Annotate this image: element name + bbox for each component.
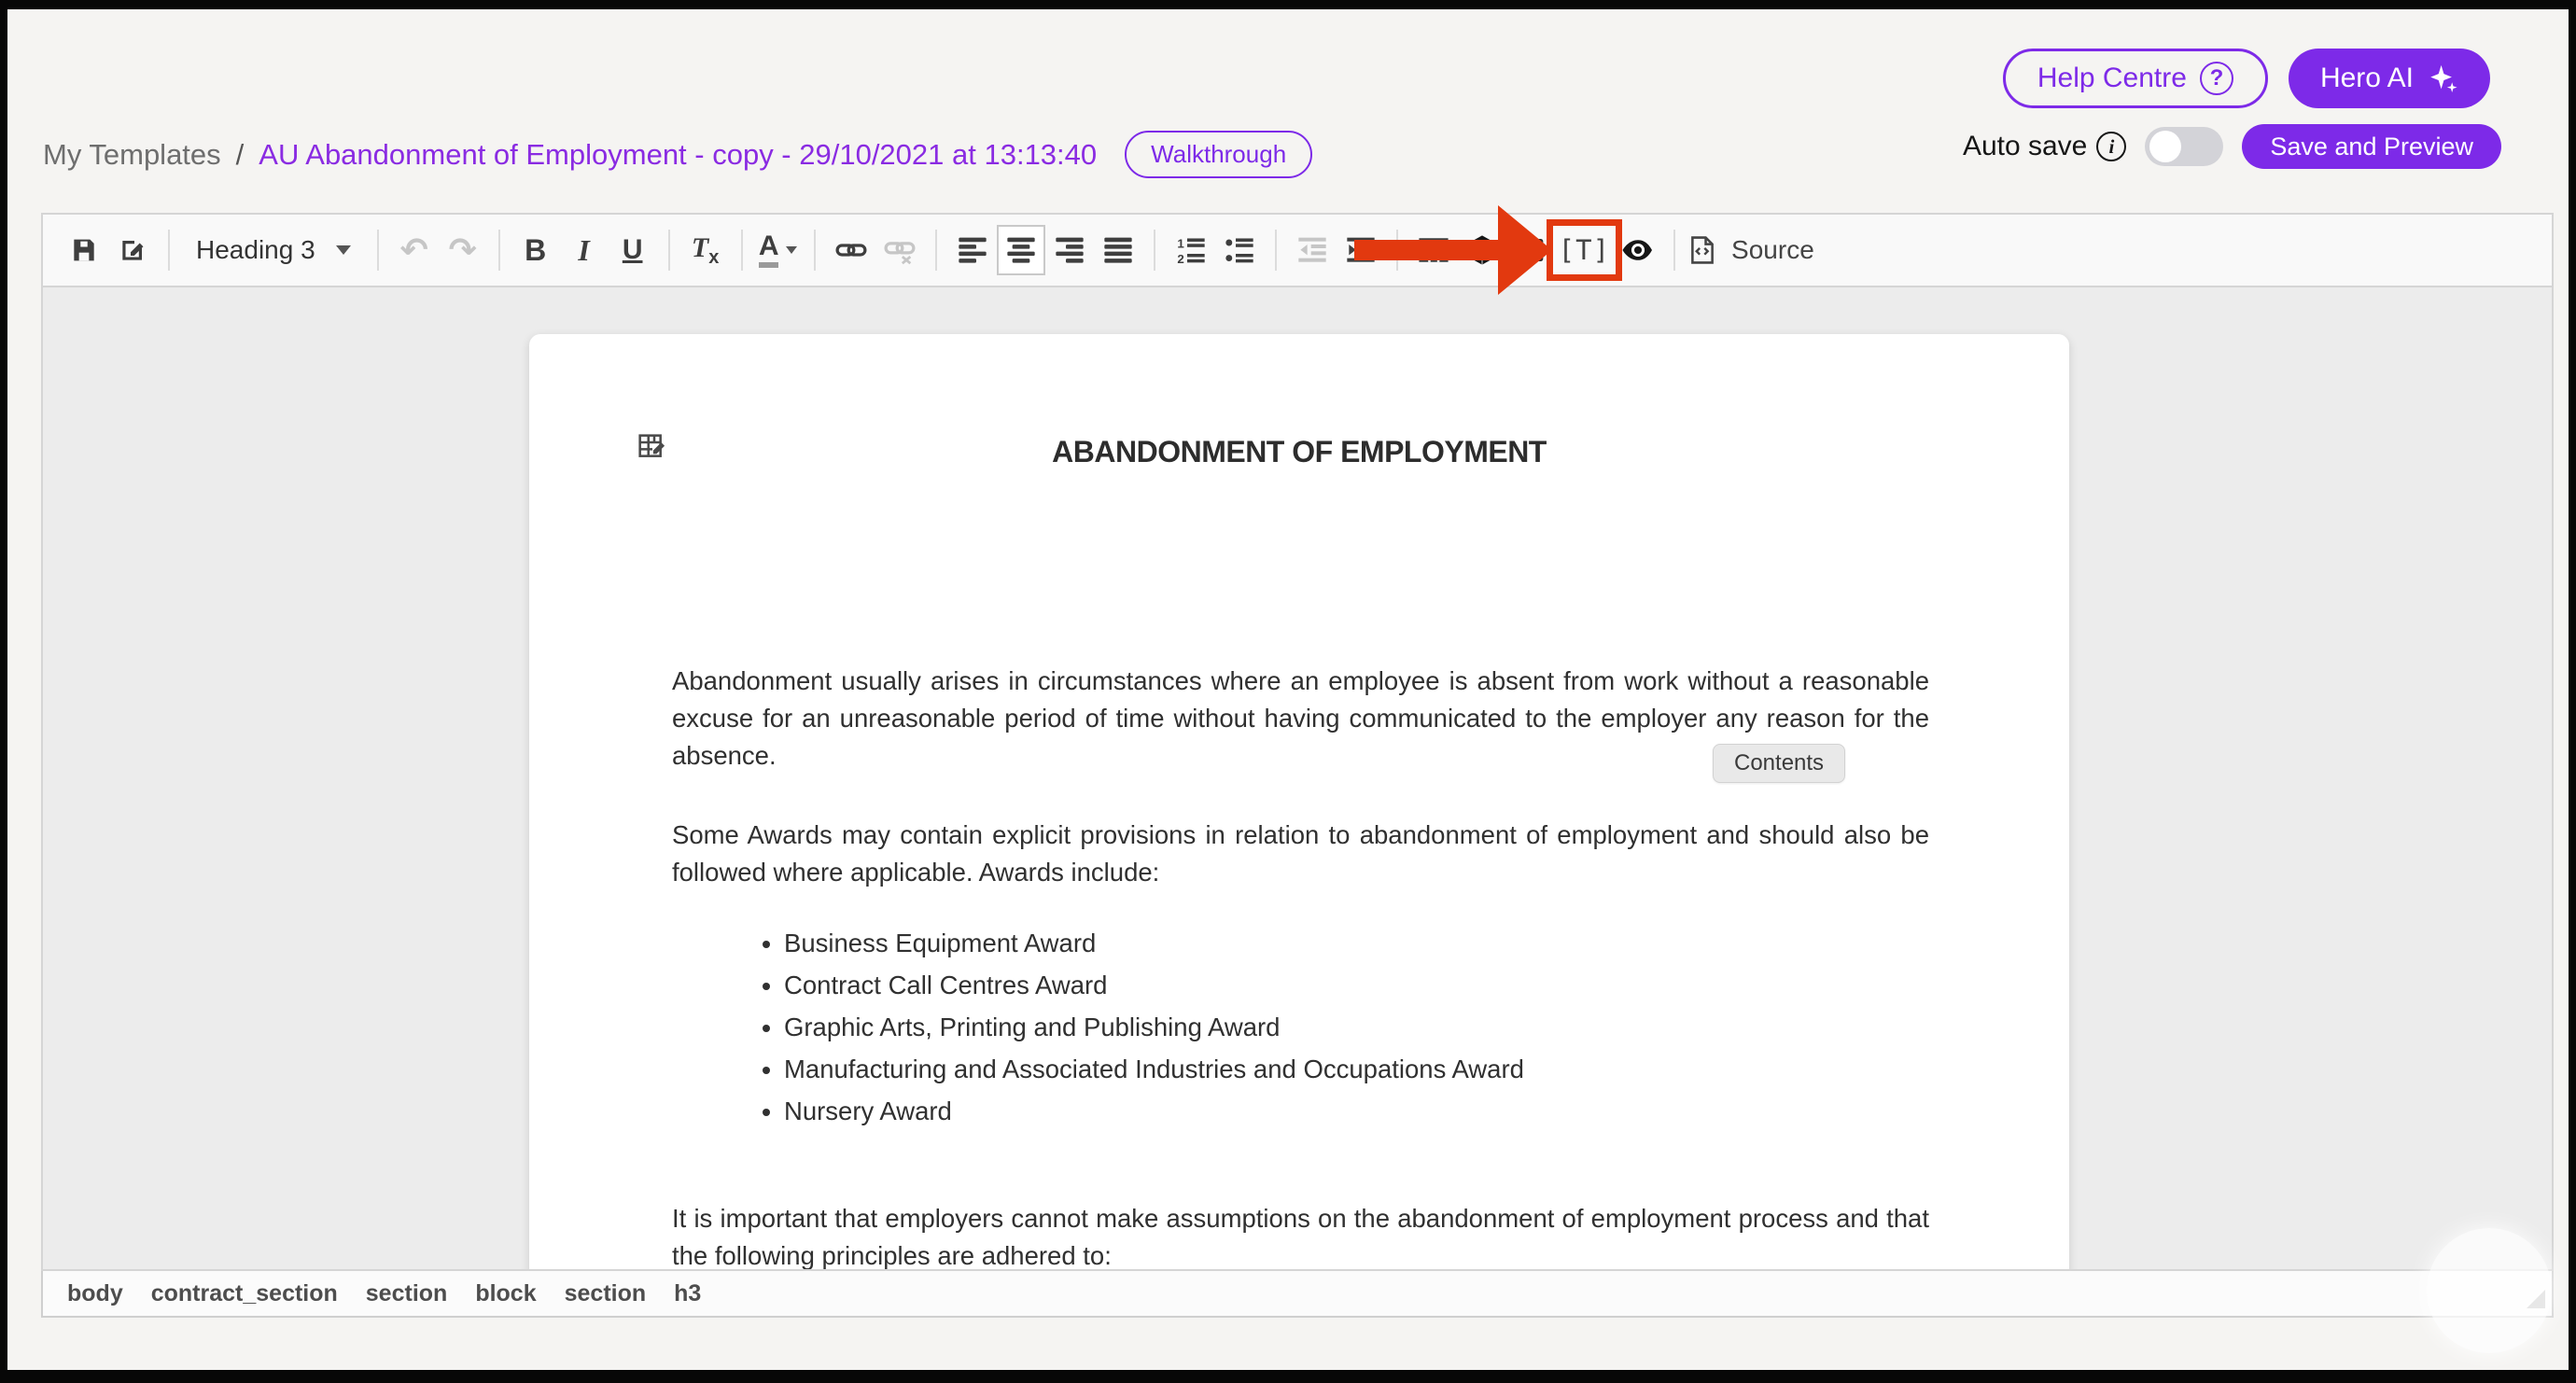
header-actions: Help Centre ? Hero AI [2003,49,2490,108]
list-item: Graphic Arts, Printing and Publishing Aw… [784,1006,1929,1048]
align-right-icon[interactable] [1045,225,1094,275]
list-item: Nursery Award [784,1090,1929,1132]
table-icon[interactable] [1409,225,1458,275]
chevron-down-icon [786,246,797,254]
chevron-down-icon [336,245,351,255]
template-tag-glyph: [T] [1559,234,1610,266]
save-icon[interactable] [60,225,108,275]
paragraph: Some Awards may contain explicit provisi… [672,817,1929,891]
edit-template-icon[interactable] [108,225,157,275]
increase-indent-icon[interactable] [1337,225,1385,275]
italic-glyph: I [578,233,589,268]
help-centre-button[interactable]: Help Centre ? [2003,49,2268,108]
auto-save-label: Auto save i [1963,131,2126,162]
auto-save-text: Auto save [1963,131,2087,162]
toolbar-divider [1396,230,1398,271]
align-justify-icon[interactable] [1094,225,1142,275]
breadcrumb: My Templates / AU Abandonment of Employm… [43,131,1312,178]
awards-list: Business Equipment Award Contract Call C… [672,922,1929,1132]
document-page[interactable]: ABANDONMENT OF EMPLOYMENT Abandonment us… [529,334,2069,1271]
underline-glyph: U [623,234,643,266]
chat-widget-button[interactable] [2427,1228,2552,1353]
text-color-icon[interactable]: A [754,225,803,275]
remove-format-icon[interactable]: Tx [681,225,730,275]
auto-save-toggle[interactable] [2145,127,2223,166]
obscured-toolbar-icon[interactable] [1506,225,1555,275]
remove-format-sub: x [708,247,719,268]
editor-canvas: ABANDONMENT OF EMPLOYMENT Abandonment us… [41,287,2554,1271]
bold-glyph: B [525,233,546,268]
numbered-list-icon[interactable]: 12 [1167,225,1215,275]
path-item-body[interactable]: body [67,1280,123,1307]
list-item: Business Equipment Award [784,922,1929,964]
toolbar-divider [498,230,500,271]
decrease-indent-icon[interactable] [1288,225,1337,275]
align-center-icon[interactable] [997,225,1045,275]
question-circle-icon: ? [2200,62,2233,95]
document-title: ABANDONMENT OF EMPLOYMENT [529,435,2069,469]
heading-style-selector[interactable]: Heading 3 [181,235,366,265]
hero-ai-button[interactable]: Hero AI [2289,49,2490,108]
hero-ai-label: Hero AI [2320,63,2414,94]
unlink-icon[interactable] [875,225,924,275]
remove-format-glyph: T [692,232,708,263]
element-path-bar: body contract_section section block sect… [41,1271,2554,1318]
svg-text:2: 2 [1177,252,1183,265]
breadcrumb-current[interactable]: AU Abandonment of Employment - copy - 29… [259,138,1097,172]
bold-icon[interactable]: B [511,225,560,275]
template-editor: Heading 3 ↶ ↷ B I U Tx A [41,213,2554,1318]
app-window: Help Centre ? Hero AI Auto save i Save a… [7,9,2569,1370]
contents-button[interactable]: Contents [1713,744,1845,783]
source-button[interactable]: Source [1687,234,1814,266]
block-cube-icon[interactable] [1458,225,1506,275]
help-centre-label: Help Centre [2037,63,2187,94]
breadcrumb-root[interactable]: My Templates [43,138,221,172]
list-item: Manufacturing and Associated Industries … [784,1048,1929,1090]
toolbar-divider [1154,230,1155,271]
toolbar-divider [814,230,816,271]
info-circle-icon: i [2096,132,2126,161]
italic-icon[interactable]: I [560,225,609,275]
path-item-section-2[interactable]: section [565,1280,647,1307]
sparkle-icon [2427,63,2458,94]
align-left-icon[interactable] [948,225,997,275]
toggle-knob [2149,131,2181,162]
toolbar-divider [741,230,743,271]
preview-eye-icon[interactable] [1614,225,1662,275]
underline-icon[interactable]: U [609,225,657,275]
undo-icon[interactable]: ↶ [390,225,439,275]
toolbar-divider [1275,230,1277,271]
breadcrumb-separator: / [236,138,245,172]
save-and-preview-button[interactable]: Save and Preview [2242,124,2501,169]
editor-toolbar: Heading 3 ↶ ↷ B I U Tx A [41,213,2554,287]
redo-icon[interactable]: ↷ [439,225,487,275]
text-color-glyph: A [759,232,779,268]
toolbar-divider [668,230,670,271]
save-controls: Auto save i Save and Preview [1963,124,2501,169]
heading-style-value: Heading 3 [196,235,315,265]
toolbar-divider [168,230,170,271]
path-item-section[interactable]: section [366,1280,448,1307]
path-item-contract-section[interactable]: contract_section [151,1280,338,1307]
toolbar-divider [377,230,379,271]
template-tag-button[interactable]: [T] [1555,225,1614,275]
svg-text:1: 1 [1177,236,1184,250]
toolbar-divider [935,230,937,271]
path-item-h3[interactable]: h3 [674,1280,701,1307]
link-icon[interactable] [827,225,875,275]
source-label: Source [1731,235,1814,265]
list-item: Contract Call Centres Award [784,964,1929,1006]
walkthrough-badge[interactable]: Walkthrough [1125,131,1312,178]
paragraph: It is important that employers cannot ma… [672,1200,1929,1271]
toolbar-divider [1673,230,1675,271]
path-item-block[interactable]: block [475,1280,536,1307]
bullet-list-icon[interactable] [1215,225,1264,275]
